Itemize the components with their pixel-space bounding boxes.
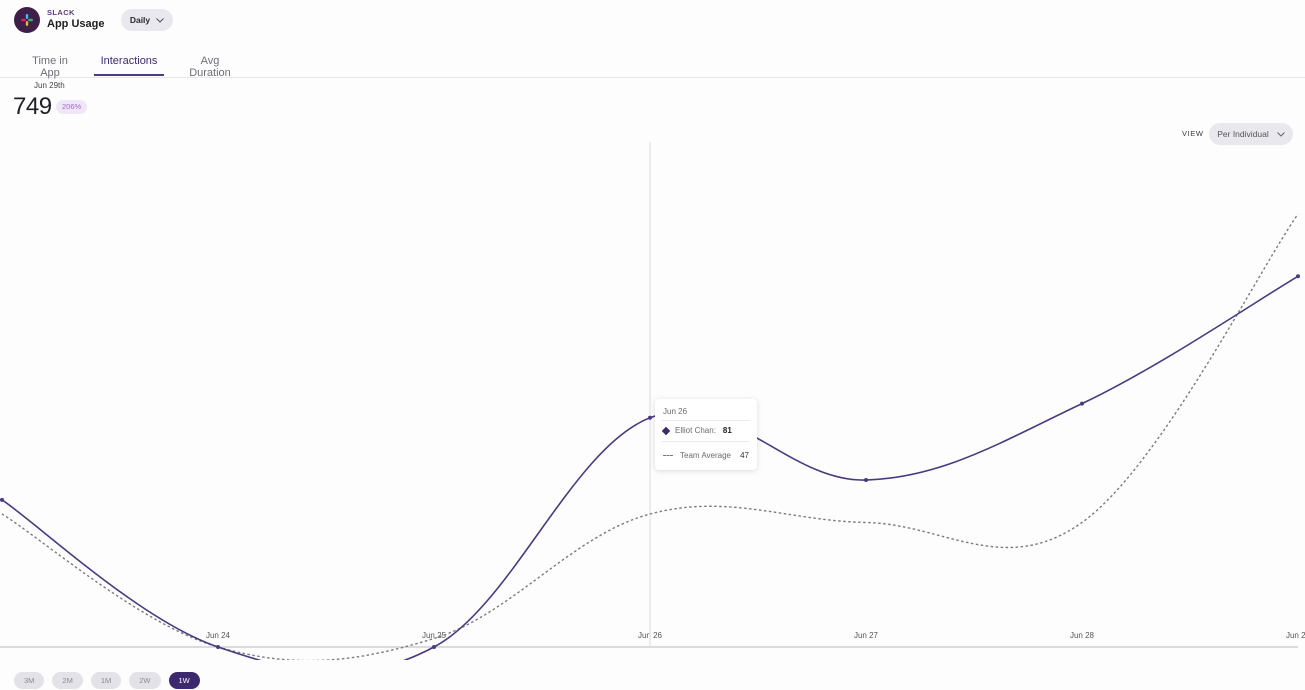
- elliot-chan-point: [432, 645, 436, 649]
- chevron-down-icon: [1276, 131, 1285, 137]
- dashed-line-icon: [663, 455, 673, 456]
- view-label: VIEW: [1182, 129, 1204, 138]
- chevron-down-icon: [156, 17, 165, 23]
- tooltip-date: Jun 26: [663, 407, 688, 416]
- tab-interactions[interactable]: Interactions: [94, 55, 164, 75]
- metric-date: Jun 29th: [34, 81, 65, 90]
- view-dropdown-label: Per Individual: [1217, 129, 1269, 139]
- tooltip-secondary-value: 47: [740, 451, 749, 460]
- x-tick-label: Jun 28: [1070, 631, 1095, 640]
- range-button-1w[interactable]: 1W: [168, 672, 200, 689]
- metric-value: 749: [13, 93, 52, 120]
- elliot-chan-point: [1080, 401, 1084, 406]
- app-brand: SLACK: [47, 8, 75, 17]
- slack-logo-icon: [14, 7, 40, 33]
- elliot-chan-point: [648, 415, 652, 420]
- x-tick-label: Jun 29: [1286, 631, 1305, 640]
- range-button-2w[interactable]: 2W: [129, 672, 161, 689]
- tooltip-divider: [662, 441, 750, 442]
- app-window: SLACK App Usage Daily Time in App Intera…: [0, 0, 1305, 690]
- tooltip-divider: [662, 420, 750, 421]
- x-tick-label: Jun 24: [206, 631, 231, 640]
- range-button-1m[interactable]: 1M: [90, 672, 122, 689]
- tooltip-primary-label: Elliot Chan:: [675, 426, 716, 435]
- tooltip-primary-value: 81: [722, 426, 732, 435]
- tooltip-secondary-row: Team Average 47: [663, 451, 749, 460]
- tab-avg-duration[interactable]: Avg Duration: [180, 55, 240, 79]
- period-dropdown[interactable]: Daily: [121, 9, 173, 31]
- range-selector: 3M 2M 1M 2W 1W: [14, 672, 200, 689]
- x-tick-label: Jun 25: [422, 631, 447, 640]
- chart-tooltip: Jun 26 Elliot Chan: 81 Team Average 47: [655, 399, 757, 470]
- tooltip-primary-row: Elliot Chan: 81: [661, 426, 732, 435]
- tab-time-in-app[interactable]: Time in App: [22, 55, 78, 79]
- x-tick-label: Jun 27: [854, 631, 879, 640]
- interactions-chart[interactable]: Jun 24 Jun 25 Jun 26 Jun 27 Jun 28 Jun 29: [0, 140, 1305, 660]
- range-button-3m[interactable]: 3M: [14, 672, 45, 689]
- metric-tabs: Time in App Interactions Avg Duration: [0, 50, 1305, 79]
- tooltip-secondary-label: Team Average: [680, 451, 731, 460]
- change-badge: 206%: [56, 100, 88, 114]
- elliot-chan-point: [864, 478, 868, 483]
- active-tab-indicator: [94, 74, 164, 76]
- elliot-chan-point: [0, 497, 4, 502]
- range-button-2m[interactable]: 2M: [52, 672, 83, 689]
- period-dropdown-label: Daily: [129, 15, 151, 25]
- diamond-marker-icon: [661, 426, 671, 435]
- page-title: App Usage: [47, 18, 105, 30]
- elliot-chan-point: [1296, 274, 1300, 279]
- elliot-chan-point: [216, 645, 220, 649]
